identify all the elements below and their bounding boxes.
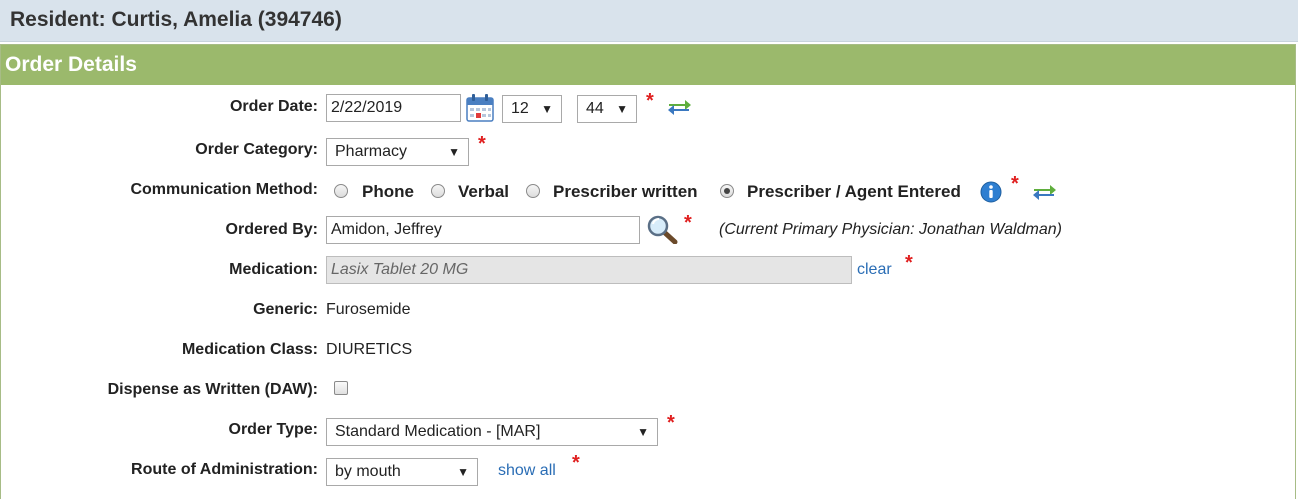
radio-prescriber-written[interactable] — [526, 184, 540, 198]
magnifier-icon[interactable] — [646, 214, 678, 244]
required-marker: * — [478, 133, 486, 155]
order-hour-select[interactable]: 12 ▼ — [502, 95, 562, 123]
chevron-down-icon: ▼ — [448, 145, 460, 159]
route-value: by mouth — [335, 463, 401, 480]
route-label: Route of Administration: — [131, 461, 318, 478]
daw-checkbox[interactable] — [334, 381, 348, 395]
order-category-select[interactable]: Pharmacy ▼ — [326, 138, 469, 166]
required-marker: * — [572, 452, 580, 474]
order-type-select[interactable]: Standard Medication - [MAR] ▼ — [326, 418, 658, 446]
primary-physician-note: (Current Primary Physician: Jonathan Wal… — [719, 221, 1062, 238]
ordered-by-label: Ordered By: — [225, 221, 318, 238]
resident-header: Resident: Curtis, Amelia (394746) — [0, 0, 1298, 42]
radio-verbal[interactable] — [431, 184, 445, 198]
medication-class-value: DIURETICS — [326, 341, 413, 358]
order-category-label: Order Category: — [195, 141, 318, 158]
required-marker: * — [905, 252, 913, 274]
medication-input[interactable]: Lasix Tablet 20 MG — [326, 256, 852, 284]
ordered-by-input[interactable]: Amidon, Jeffrey — [326, 216, 640, 244]
required-marker: * — [1011, 173, 1019, 195]
chevron-down-icon: ▼ — [637, 425, 649, 439]
daw-label: Dispense as Written (DAW): — [107, 381, 318, 398]
chevron-down-icon: ▼ — [616, 102, 628, 116]
route-select[interactable]: by mouth ▼ — [326, 458, 478, 486]
required-marker: * — [667, 412, 675, 434]
radio-phone-label: Phone — [362, 182, 414, 201]
medication-label: Medication: — [229, 261, 318, 278]
order-date-label: Order Date: — [229, 98, 318, 115]
panel-title: Order Details — [1, 45, 1295, 85]
order-category-value: Pharmacy — [335, 143, 408, 160]
radio-prescriber-agent-entered[interactable] — [720, 184, 734, 198]
order-minute-value: 44 — [586, 100, 604, 117]
swap-arrows-icon[interactable] — [666, 97, 692, 117]
clear-medication-link[interactable]: clear — [857, 261, 892, 279]
calendar-icon[interactable] — [465, 93, 495, 123]
required-marker: * — [646, 90, 654, 112]
order-minute-select[interactable]: 44 ▼ — [577, 95, 637, 123]
radio-phone[interactable] — [334, 184, 348, 198]
generic-value: Furosemide — [326, 301, 411, 318]
info-icon[interactable] — [980, 181, 1002, 203]
radio-verbal-label: Verbal — [458, 182, 510, 201]
radio-prescriber-agent-entered-label: Prescriber / Agent Entered — [747, 182, 961, 201]
resident-title: Resident: Curtis, Amelia (394746) — [10, 8, 342, 31]
chevron-down-icon: ▼ — [541, 102, 553, 116]
order-type-value: Standard Medication - [MAR] — [335, 423, 541, 440]
order-type-label: Order Type: — [228, 421, 319, 438]
required-marker: * — [684, 212, 692, 234]
show-all-routes-link[interactable]: show all — [498, 462, 556, 480]
generic-label: Generic: — [253, 301, 318, 318]
radio-prescriber-written-label: Prescriber written — [553, 182, 698, 201]
chevron-down-icon: ▼ — [457, 465, 469, 479]
order-hour-value: 12 — [511, 100, 529, 117]
communication-method-label: Communication Method: — [130, 181, 318, 198]
medication-class-label: Medication Class: — [181, 341, 318, 358]
swap-arrows-icon[interactable] — [1031, 182, 1057, 202]
order-date-input[interactable]: 2/22/2019 — [326, 94, 461, 122]
